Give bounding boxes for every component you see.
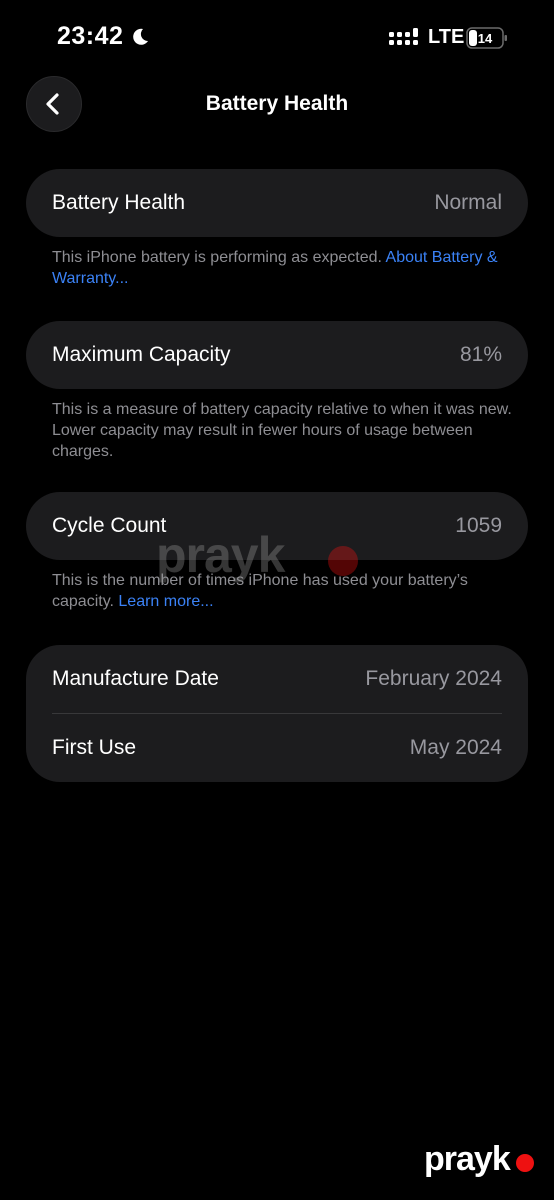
cycle-count-row: Cycle Count 1059: [26, 492, 528, 560]
cycle-count-footnote-text: This is the number of times iPhone has u…: [52, 572, 468, 610]
watermark-corner: prayk: [424, 1140, 544, 1184]
manufacture-date-label: Manufacture Date: [52, 667, 219, 690]
first-use-label: First Use: [52, 736, 136, 759]
battery-health-label: Battery Health: [52, 191, 186, 214]
first-use-value: May 2024: [409, 736, 502, 759]
battery-health-footnote: This iPhone battery is performing as exp…: [52, 247, 512, 289]
battery-health-value: Normal: [434, 191, 502, 214]
max-capacity-label: Maximum Capacity: [52, 343, 231, 366]
network-label: LTE: [428, 26, 465, 48]
moon-icon: [133, 28, 148, 45]
battery-level-text: 14: [478, 31, 493, 46]
status-bar: 23:42 LTE 14: [0, 0, 554, 76]
cycle-count-label: Cycle Count: [52, 514, 167, 537]
manufacture-date-row: Manufacture Date February 2024: [26, 645, 528, 713]
max-capacity-card: Maximum Capacity 81%: [26, 321, 528, 389]
manufacture-date-value: February 2024: [365, 667, 502, 690]
watermark-corner-text: prayk: [424, 1140, 511, 1178]
battery-icon: 14: [466, 27, 507, 49]
max-capacity-footnote: This is a measure of battery capacity re…: [52, 401, 512, 460]
cycle-count-footnote: This is the number of times iPhone has u…: [52, 570, 512, 612]
watermark-dot: [516, 1154, 534, 1172]
battery-health-card: Battery Health Normal: [26, 169, 528, 237]
first-use-row: First Use May 2024: [26, 714, 528, 782]
max-capacity-value: 81%: [459, 343, 502, 366]
learn-more-link[interactable]: Learn more...: [118, 593, 213, 610]
cycle-count-card: Cycle Count 1059: [26, 492, 528, 560]
cycle-count-value: 1059: [455, 514, 502, 537]
dates-card: Manufacture Date February 2024 First Use…: [26, 645, 528, 782]
max-capacity-row: Maximum Capacity 81%: [26, 321, 528, 389]
battery-health-row: Battery Health Normal: [26, 169, 528, 237]
battery-health-footnote-text: This iPhone battery is performing as exp…: [52, 249, 386, 266]
page-title: Battery Health: [205, 92, 349, 115]
signal-icon: [389, 28, 418, 45]
status-time: 23:42: [57, 22, 124, 50]
